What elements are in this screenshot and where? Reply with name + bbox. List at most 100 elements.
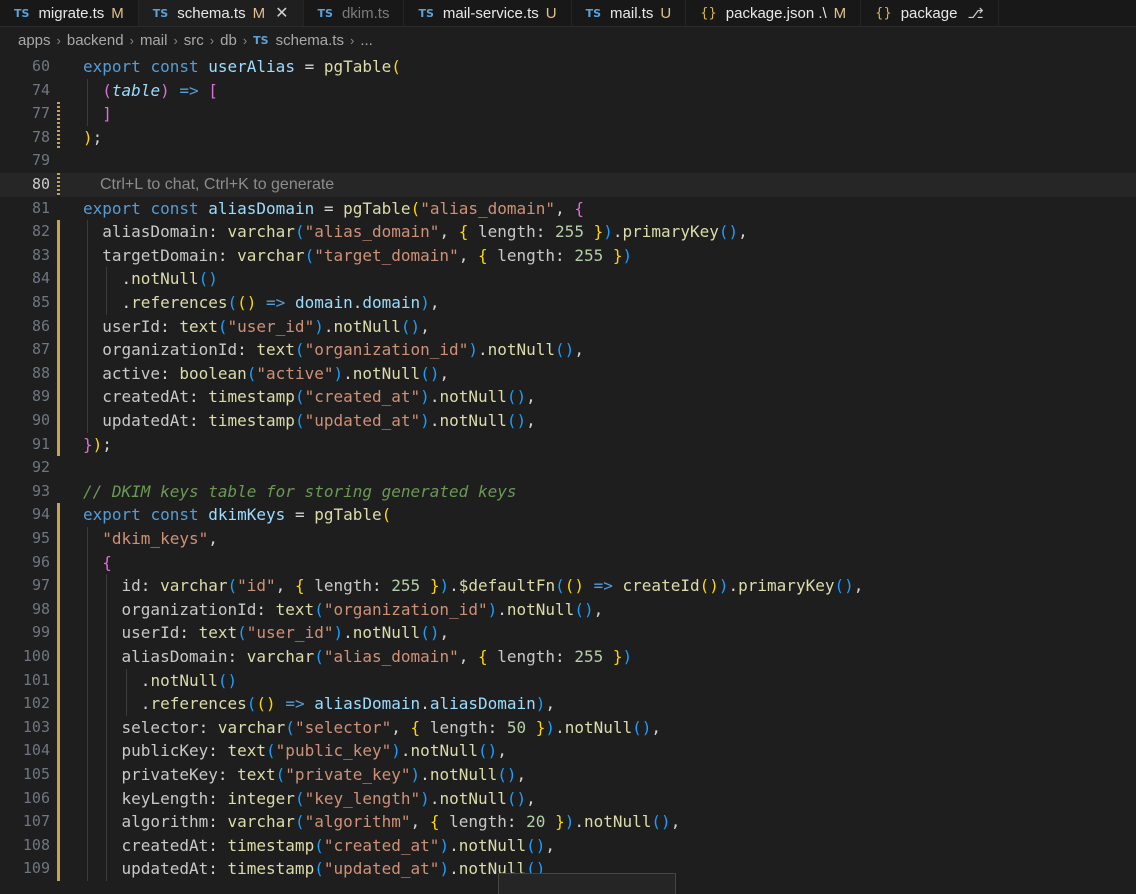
code-line[interactable]: 101 .notNull() (0, 668, 1136, 693)
code-token: 50 (506, 717, 527, 737)
git-change-marker[interactable] (57, 857, 60, 881)
git-change-marker[interactable] (57, 763, 60, 787)
code-token: $defaultFn (458, 576, 556, 596)
breadcrumb-item[interactable]: db (220, 32, 237, 49)
code-line[interactable]: 85 .references(() => domain.domain), (0, 291, 1136, 315)
git-change-marker[interactable] (57, 668, 60, 693)
git-change-marker[interactable] (57, 220, 60, 244)
code-line[interactable]: 93 // DKIM keys table for storing generat… (0, 480, 1136, 504)
git-change-marker[interactable] (57, 527, 60, 551)
git-change-marker[interactable] (57, 314, 60, 339)
code-line[interactable]: 84 .notNull() (0, 267, 1136, 291)
git-change-marker[interactable] (57, 267, 60, 291)
code-line[interactable]: 107 algorithm: varchar("algorithm", { le… (0, 810, 1136, 834)
editor-tab[interactable]: TS mail.ts U (572, 0, 687, 26)
git-change-marker[interactable] (57, 692, 60, 716)
code-editor[interactable]: 60 export const userAlias = pgTable(74 (t… (0, 55, 1136, 888)
editor-tab[interactable]: {} package ⎇ (861, 0, 999, 26)
code-token: notNull (487, 340, 556, 360)
code-line[interactable]: 79 (0, 149, 1136, 173)
code-line[interactable]: 96 { (0, 550, 1136, 575)
code-line[interactable]: 92 (0, 456, 1136, 480)
code-token: notNull (131, 269, 199, 289)
git-change-marker[interactable] (57, 739, 60, 763)
code-token: // DKIM keys table for storing generated… (83, 481, 517, 501)
code-line[interactable]: 81 export const aliasDomain = pgTable("al… (0, 197, 1136, 221)
code-line[interactable]: 87 organizationId: text("organization_id… (0, 338, 1136, 362)
code-line[interactable]: 89 createdAt: timestamp("created_at").no… (0, 385, 1136, 409)
git-change-marker[interactable] (57, 385, 60, 409)
code-line[interactable]: 90 updatedAt: timestamp("updated_at").no… (0, 409, 1136, 433)
code-line[interactable]: 108 createdAt: timestamp("created_at").n… (0, 833, 1136, 858)
git-change-marker[interactable] (57, 786, 60, 811)
code-line[interactable]: 99 userId: text("user_id").notNull(), (0, 621, 1136, 645)
code-line[interactable]: 82 aliasDomain: varchar("alias_domain", … (0, 220, 1136, 244)
code-line[interactable]: 91}); (0, 432, 1136, 457)
git-change-marker[interactable] (57, 432, 60, 457)
code-line[interactable]: 100 aliasDomain: varchar("alias_domain",… (0, 645, 1136, 669)
code-token: , (516, 765, 527, 784)
git-change-marker[interactable] (57, 173, 60, 197)
breadcrumb-item[interactable]: src (184, 32, 204, 49)
code-line[interactable]: 98 organizationId: text("organization_id… (0, 597, 1136, 622)
git-change-marker[interactable] (57, 833, 60, 858)
code-token: ( (246, 694, 257, 714)
breadcrumb-item[interactable]: backend (67, 32, 124, 49)
code-line[interactable]: 104 publicKey: text("public_key").notNul… (0, 739, 1136, 763)
code-line[interactable]: 60 export const userAlias = pgTable( (0, 55, 1136, 79)
breadcrumb-more[interactable]: ... (360, 32, 373, 49)
code-line[interactable]: 80 Ctrl+L to chat, Ctrl+K to generate (0, 173, 1136, 197)
code-line[interactable]: 86 userId: text("user_id").notNull(), (0, 314, 1136, 339)
code-line[interactable]: 97 id: varchar("id", { length: 255 }).$d… (0, 574, 1136, 598)
git-change-marker[interactable] (57, 810, 60, 834)
code-token: ) (564, 812, 575, 832)
line-number: 91 (31, 434, 50, 453)
git-change-marker[interactable] (57, 338, 60, 362)
close-icon[interactable]: ✕ (275, 3, 288, 23)
code-line[interactable]: 88 active: boolean("active").notNull(), (0, 361, 1136, 386)
breadcrumb-item[interactable]: apps (18, 32, 51, 49)
git-change-marker[interactable] (57, 597, 60, 622)
code-token: : (372, 576, 392, 596)
git-change-marker[interactable] (57, 243, 60, 268)
code-line[interactable]: 105 privateKey: text("private_key").notN… (0, 763, 1136, 787)
git-status-badge: U (545, 4, 557, 22)
git-change-marker[interactable] (57, 125, 60, 150)
git-change-marker[interactable] (57, 715, 60, 740)
code-line[interactable]: 83 targetDomain: varchar("target_domain"… (0, 243, 1136, 268)
code-line[interactable]: 103 selector: varchar("selector", { leng… (0, 715, 1136, 740)
code-token: ) (92, 434, 103, 454)
code-line[interactable]: 102 .references(() => aliasDomain.aliasD… (0, 692, 1136, 716)
git-change-marker[interactable] (57, 550, 60, 575)
code-token: ) (333, 363, 344, 383)
git-change-marker[interactable] (57, 102, 60, 126)
editor-tab[interactable]: TS mail-service.ts U (404, 0, 572, 26)
code-token: text (179, 316, 218, 336)
breadcrumb-file[interactable]: schema.ts (276, 32, 344, 49)
git-change-marker[interactable] (57, 361, 60, 386)
code-line[interactable]: 94 export const dkimKeys = pgTable( (0, 503, 1136, 527)
code-token: () (651, 812, 671, 832)
editor-tab[interactable]: TS schema.ts M ✕ (138, 0, 304, 26)
code-line[interactable]: 78); (0, 125, 1136, 150)
code-token: () (718, 222, 739, 242)
editor-tab[interactable]: {} package.json .\ M (686, 0, 862, 26)
code-line[interactable]: 77 ] (0, 102, 1136, 126)
code-line[interactable]: 74 (table) => [ (0, 78, 1136, 103)
code-token: notNull (564, 717, 633, 737)
git-change-marker[interactable] (57, 574, 60, 598)
source-control-icon[interactable]: ⎇ (967, 5, 983, 22)
git-change-marker[interactable] (57, 503, 60, 527)
git-change-marker[interactable] (57, 621, 60, 645)
git-change-marker[interactable] (57, 291, 60, 315)
editor-tab[interactable]: TS dkim.ts (304, 0, 405, 26)
git-change-marker[interactable] (57, 409, 60, 433)
editor-tab[interactable]: TS migrate.ts M (0, 0, 139, 26)
git-change-marker[interactable] (57, 645, 60, 669)
breadcrumb-item[interactable]: mail (140, 32, 168, 49)
code-line[interactable]: 95 "dkim_keys", (0, 527, 1136, 551)
code-line[interactable]: 106 keyLength: integer("key_length").not… (0, 786, 1136, 811)
